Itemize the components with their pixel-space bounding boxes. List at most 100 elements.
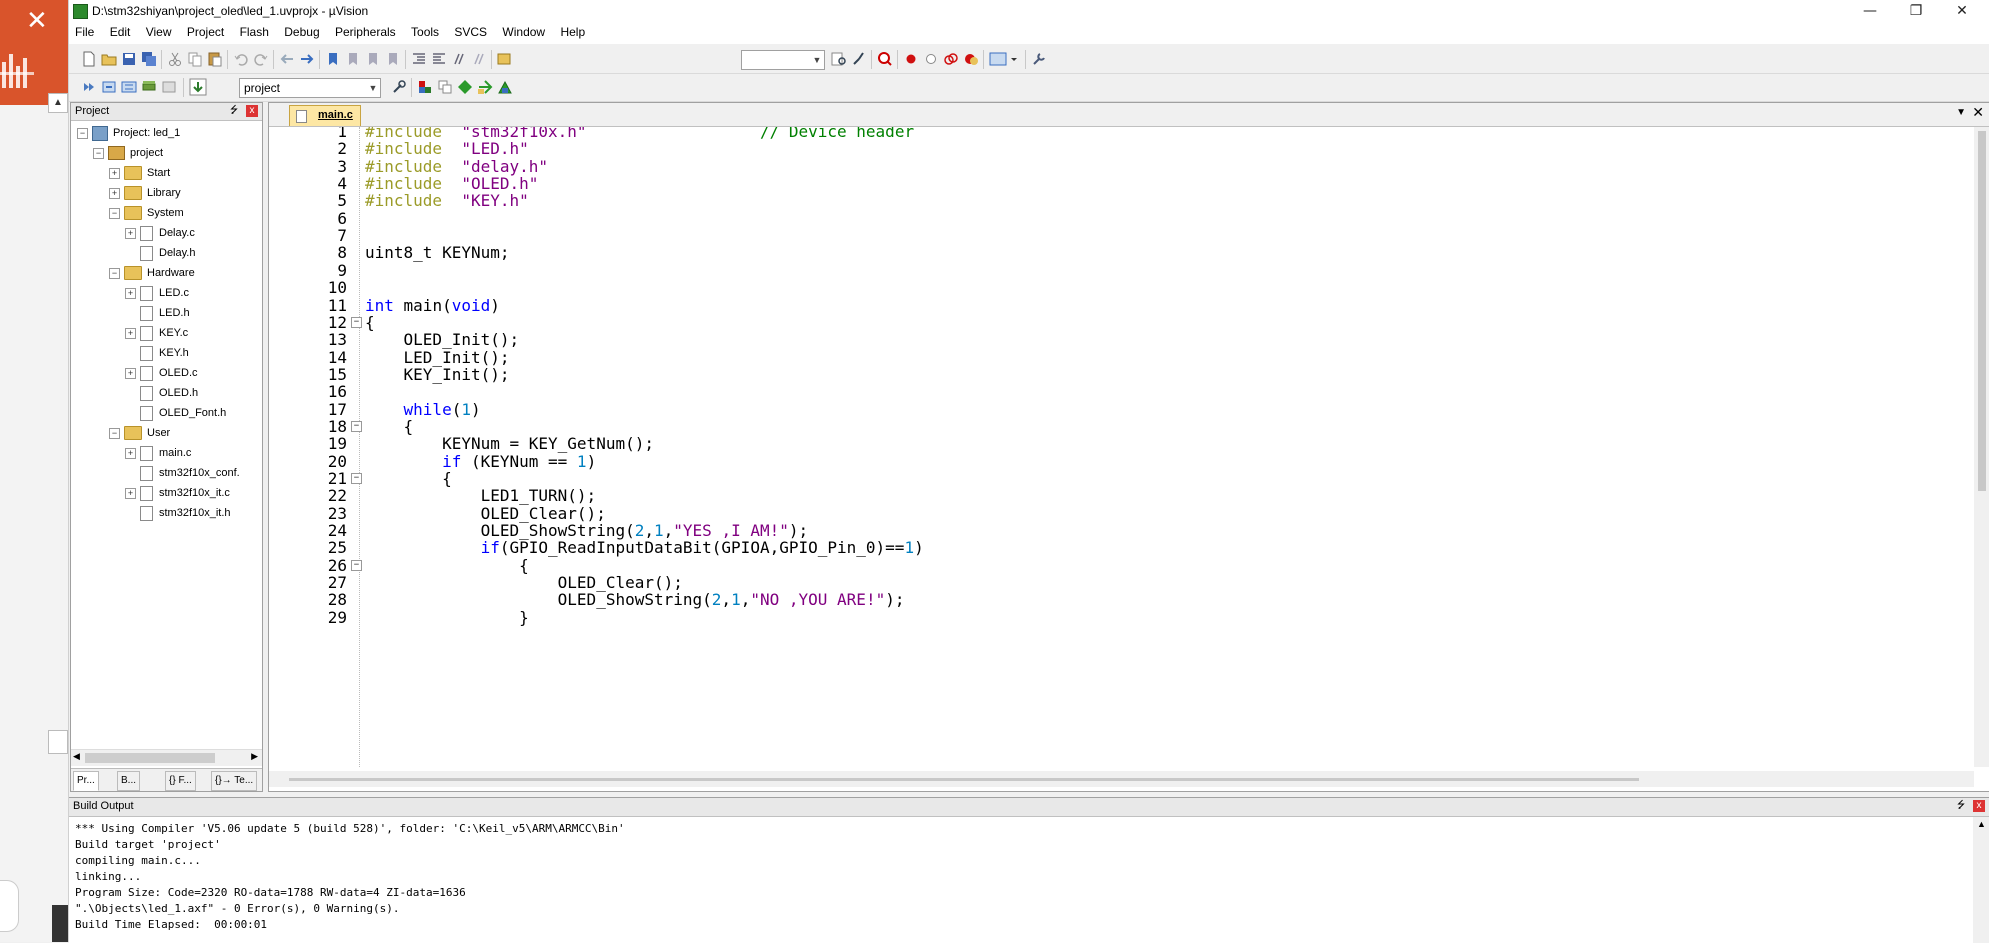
code-line[interactable]: 29 } (269, 607, 1949, 629)
clear-bookmarks-icon[interactable] (385, 51, 401, 67)
collapse-icon[interactable]: − (109, 267, 120, 279)
fold-collapse-icon[interactable]: − (351, 473, 362, 484)
minimize-button[interactable]: — (1847, 0, 1893, 22)
batch-build-icon[interactable] (141, 79, 157, 95)
fold-collapse-icon[interactable]: − (351, 420, 362, 432)
editor-close-icon[interactable]: ✕ (1972, 105, 1984, 121)
expand-icon[interactable]: + (125, 287, 136, 299)
manage-components-icon[interactable] (417, 79, 433, 95)
find-combo[interactable]: ▼ (741, 50, 825, 70)
close-button[interactable]: ✕ (1939, 0, 1985, 22)
pin-icon[interactable]: ⭍ (228, 105, 240, 117)
build-icon[interactable] (101, 79, 117, 95)
tree-item[interactable]: + KEY.c (125, 323, 188, 343)
menu-tools[interactable]: Tools (405, 22, 445, 42)
insert-breakpoint-icon[interactable] (903, 51, 919, 67)
copy-icon[interactable] (187, 51, 203, 67)
save-icon[interactable] (121, 51, 137, 67)
configure-icon[interactable] (1031, 51, 1047, 67)
uncomment-icon[interactable] (471, 51, 487, 67)
menu-svcs[interactable]: SVCS (448, 22, 493, 42)
tree-item[interactable]: OLED_Font.h (125, 403, 226, 423)
incremental-find-icon[interactable] (851, 51, 867, 67)
run-time-env-icon[interactable] (497, 79, 513, 95)
fold-collapse-icon[interactable]: − (351, 316, 362, 328)
expand-icon[interactable]: + (125, 447, 136, 459)
redo-icon[interactable] (253, 51, 269, 67)
tab-functions[interactable]: {} F... (165, 771, 196, 791)
tree-item[interactable]: stm32f10x_it.h (125, 503, 231, 523)
menu-file[interactable]: File (69, 22, 100, 42)
download-load-icon[interactable] (189, 78, 207, 96)
window-layout-icon[interactable] (989, 51, 1019, 67)
tree-item[interactable]: + Library (109, 183, 181, 203)
menu-project[interactable]: Project (181, 22, 230, 42)
paste-icon[interactable] (207, 51, 223, 67)
tree-item[interactable]: − Project: led_1 (77, 123, 180, 143)
debug-session-icon[interactable] (877, 51, 893, 67)
project-panel-close-icon[interactable]: x (246, 105, 258, 117)
tab-books[interactable]: B... (117, 771, 141, 791)
collapse-icon[interactable]: − (109, 427, 120, 439)
side-app-scroll-up-button[interactable]: ▲ (48, 93, 68, 113)
navigate-back-icon[interactable] (279, 51, 295, 67)
stop-build-icon[interactable] (161, 79, 177, 95)
menu-view[interactable]: View (140, 22, 178, 42)
disable-breakpoints-icon[interactable] (943, 51, 959, 67)
next-bookmark-icon[interactable] (365, 51, 381, 67)
file-extensions-icon[interactable] (437, 79, 453, 95)
options-for-target-icon[interactable] (391, 79, 407, 95)
menu-edit[interactable]: Edit (104, 22, 137, 42)
editor-vscrollbar[interactable] (1974, 127, 1989, 767)
build-scroll-up-icon[interactable]: ▲ (1977, 819, 1986, 829)
tree-item[interactable]: + Delay.c (125, 223, 195, 243)
expand-icon[interactable]: + (125, 327, 136, 339)
menu-peripherals[interactable]: Peripherals (329, 22, 402, 42)
editor-vscroll-thumb[interactable] (1978, 131, 1986, 491)
code-area[interactable]: 1 #include "stm32f10x.h" // Device header… (269, 127, 1969, 767)
build-output-pin-icon[interactable]: ⭍ (1955, 800, 1967, 812)
find-combo-arrow-icon[interactable]: ▼ (810, 51, 824, 69)
maximize-button[interactable]: ❐ (1893, 0, 1939, 22)
build-output-text[interactable]: *** Using Compiler 'V5.06 update 5 (buil… (75, 821, 625, 933)
enable-breakpoint-icon[interactable] (923, 51, 939, 67)
pack-installer-icon[interactable] (477, 79, 493, 95)
tree-item[interactable]: stm32f10x_conf. (125, 463, 240, 483)
kill-breakpoints-icon[interactable] (963, 51, 979, 67)
tree-item[interactable]: Delay.h (125, 243, 195, 263)
scroll-left-icon[interactable]: ◀ (73, 751, 80, 762)
tree-item[interactable]: + main.c (125, 443, 191, 463)
indent-icon[interactable] (411, 51, 427, 67)
expand-icon[interactable]: + (109, 167, 120, 179)
tree-item[interactable]: + Start (109, 163, 170, 183)
tree-item[interactable]: LED.h (125, 303, 190, 323)
select-packs-icon[interactable] (457, 79, 473, 95)
tree-item[interactable]: − Hardware (109, 263, 195, 283)
tab-templates[interactable]: {}→ Te... (211, 771, 258, 791)
target-select[interactable]: project ▼ (239, 78, 381, 98)
collapse-icon[interactable]: − (109, 207, 120, 219)
collapse-icon[interactable]: − (93, 147, 104, 159)
menu-flash[interactable]: Flash (234, 22, 275, 42)
collapse-icon[interactable]: − (77, 127, 88, 139)
tree-item[interactable]: − project (93, 143, 163, 163)
build-output-vscrollbar[interactable]: ▲ (1973, 817, 1989, 943)
expand-icon[interactable]: + (109, 187, 120, 199)
expand-icon[interactable]: + (125, 367, 136, 379)
find-icon[interactable] (831, 51, 847, 67)
expand-icon[interactable]: + (125, 487, 136, 499)
tree-item[interactable]: OLED.h (125, 383, 198, 403)
new-file-icon[interactable] (81, 51, 97, 67)
tree-item[interactable]: + LED.c (125, 283, 189, 303)
find-in-files-icon[interactable] (497, 51, 513, 67)
target-select-arrow-icon[interactable]: ▼ (366, 79, 380, 97)
menu-debug[interactable]: Debug (278, 22, 325, 42)
menu-help[interactable]: Help (554, 22, 591, 42)
tab-main-c[interactable]: main.c (289, 105, 361, 126)
tree-item[interactable]: KEY.h (125, 343, 189, 363)
tree-item[interactable]: − System (109, 203, 184, 223)
prev-bookmark-icon[interactable] (345, 51, 361, 67)
tree-item[interactable]: + stm32f10x_it.c (125, 483, 230, 503)
translate-icon[interactable] (81, 79, 97, 95)
editor-hscrollbar[interactable] (269, 771, 1974, 787)
